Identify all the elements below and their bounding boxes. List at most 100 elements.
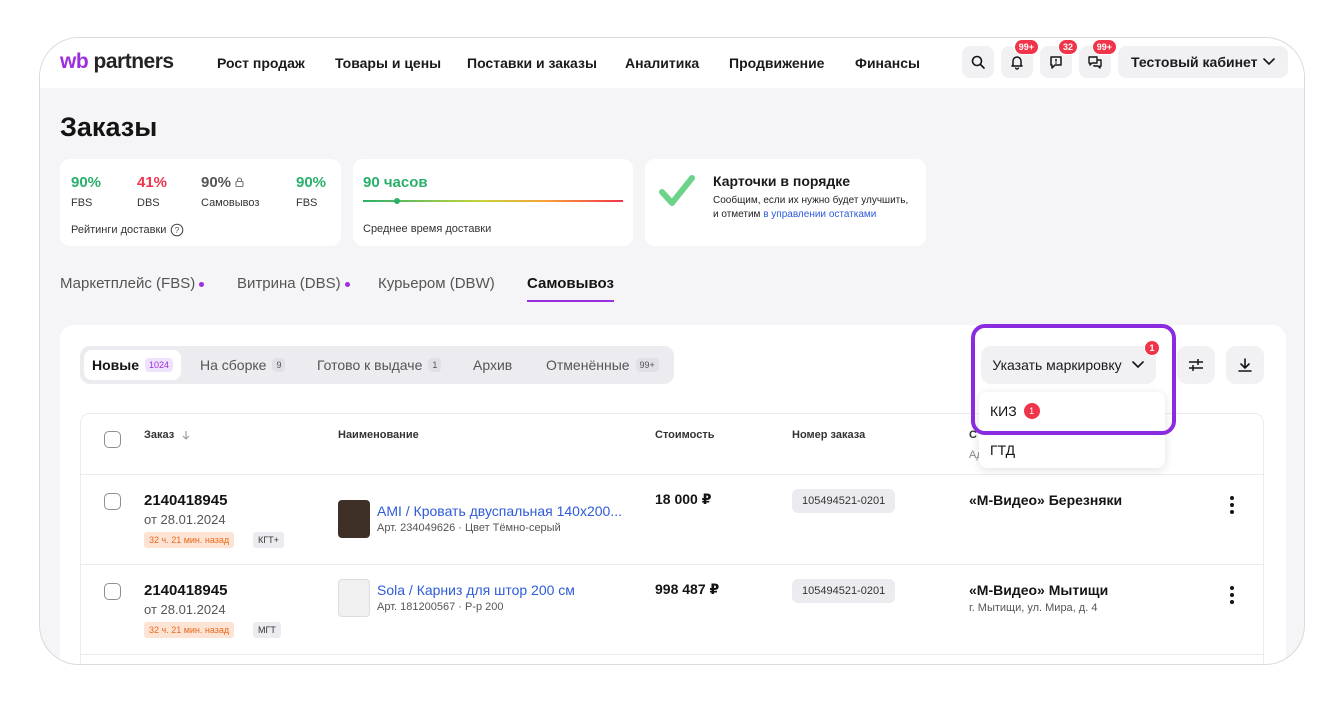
delivery-time-card: 90 часов Среднее время доставки — [353, 159, 633, 246]
nav-finance[interactable]: Финансы — [855, 55, 920, 71]
order-price: 18 000 ₽ — [655, 491, 712, 507]
header-name[interactable]: Наименование — [338, 429, 419, 441]
rating-pickup-label: Самовывоз — [201, 197, 260, 209]
bell-icon — [1011, 56, 1023, 70]
option-kiz[interactable]: КИЗ 1 — [990, 403, 1040, 419]
rating-dbs-label: DBS — [137, 197, 160, 209]
search-button[interactable] — [962, 46, 994, 78]
row-divider — [81, 654, 1263, 655]
sliders-icon — [1189, 359, 1203, 371]
rating-dbs-value: 41% — [137, 174, 168, 191]
chat-badge: 99+ — [1091, 39, 1117, 55]
nav-goods-prices[interactable]: Товары и цены — [335, 55, 441, 71]
cabinet-name: Тестовый кабинет — [1131, 54, 1258, 70]
orders-panel: Новые 1024 На сборке 9 Готово к выдаче 1 Ар… — [60, 324, 1286, 664]
header-price[interactable]: Стоимость — [655, 429, 715, 441]
row-divider — [81, 474, 1263, 475]
segment-archive[interactable]: Архив — [465, 350, 520, 380]
select-all-checkbox[interactable] — [104, 431, 121, 448]
segment-assembling[interactable]: На сборке 9 — [192, 350, 293, 380]
nav-analytics[interactable]: Аналитика — [625, 55, 699, 71]
messages-button[interactable]: 32 — [1040, 39, 1078, 78]
row-menu-icon[interactable] — [1230, 586, 1234, 604]
cabinet-selector[interactable]: Тестовый кабинет — [1118, 46, 1288, 78]
segment-ready[interactable]: Готово к выдаче 1 — [309, 350, 449, 380]
delivery-time-value: 90 часов — [363, 174, 428, 191]
segment-cancelled[interactable]: Отменённые 99+ — [538, 350, 667, 380]
product-thumbnail[interactable] — [338, 579, 370, 617]
row-divider — [81, 564, 1263, 565]
specify-marking-button[interactable]: Указать маркировку 1 — [981, 340, 1160, 384]
app-window: wb partners Рост продаж Товары и цены По… — [39, 37, 1305, 665]
logo[interactable]: wb partners — [60, 50, 174, 74]
checkmark-icon — [659, 175, 695, 206]
top-bar: wb partners Рост продаж Товары и цены По… — [40, 38, 1304, 88]
tab-marketplace-fbs[interactable]: Маркетплейс (FBS) — [60, 275, 205, 292]
tab-pickup[interactable]: Самовывоз — [527, 275, 614, 292]
chevron-down-icon — [1131, 361, 1144, 369]
nav-supplies-orders[interactable]: Поставки и заказы — [467, 55, 597, 71]
help-icon[interactable]: ? — [170, 223, 184, 237]
stock-management-link-2[interactable]: остатками — [829, 209, 877, 220]
nav-promotion[interactable]: Продвижение — [729, 55, 824, 71]
product-name[interactable]: Sola / Карниз для штор 200 см — [377, 582, 575, 598]
order-number[interactable]: 105494521-0201 — [792, 489, 896, 513]
lock-icon — [235, 177, 244, 188]
nav-sales-growth[interactable]: Рост продаж — [217, 55, 305, 71]
delivery-time-caption: Среднее время доставки — [363, 223, 492, 235]
feedback-icon — [1050, 56, 1062, 69]
chat-button[interactable]: 99+ — [1079, 39, 1117, 78]
marking-dropdown: КИЗ 1 ГТД — [979, 392, 1165, 468]
order-date: от 28.01.2024 — [144, 512, 226, 527]
delivery-time-marker — [394, 198, 400, 204]
download-icon — [1238, 358, 1252, 372]
delivery-time-scale — [363, 200, 623, 202]
rating-fbs2-value: 90% — [296, 174, 327, 191]
order-id[interactable]: 2140418945 — [144, 492, 227, 509]
messages-badge: 32 — [1057, 39, 1078, 55]
cards-status-title: Карточки в порядке — [713, 173, 851, 189]
store-name: «М-Видео» Мытищи — [969, 582, 1109, 598]
order-id[interactable]: 2140418945 — [144, 582, 227, 599]
notifications-badge: 99+ — [1013, 39, 1039, 55]
row-menu-icon[interactable] — [1230, 496, 1234, 514]
tab-dot — [199, 281, 205, 287]
product-details: Арт. 234049626 · Цвет Тёмно-серый — [377, 522, 561, 534]
tab-courier-dbw[interactable]: Курьером (DBW) — [378, 275, 495, 292]
search-icon — [971, 55, 985, 69]
timer-tag: 32 ч. 21 мин. назад — [144, 532, 235, 548]
stock-management-link[interactable]: в управлении — [763, 209, 826, 220]
filters-button[interactable] — [1177, 346, 1215, 384]
product-thumbnail[interactable] — [338, 500, 370, 538]
store-address: г. Мытищи, ул. Мира, д. 4 — [969, 602, 1098, 614]
notifications-button[interactable]: 99+ — [1001, 39, 1039, 78]
ratings-caption: Рейтинги доставки ? — [71, 223, 184, 237]
cards-status-card: Карточки в порядке Сообщим, если их нужн… — [645, 159, 926, 246]
product-name[interactable]: AMI / Кровать двуспальная 140х200... — [377, 503, 622, 519]
row-checkbox[interactable] — [104, 583, 121, 600]
header-store[interactable]: С — [969, 429, 977, 441]
header-order[interactable]: Заказ — [144, 429, 191, 441]
option-gtd[interactable]: ГТД — [990, 442, 1015, 458]
status-segments: Новые 1024 На сборке 9 Готово к выдаче 1 Ар… — [80, 346, 674, 384]
chevron-down-icon — [1263, 58, 1275, 66]
header-order-number[interactable]: Номер заказа — [792, 429, 865, 441]
size-tag: КГТ+ — [253, 532, 284, 548]
order-date: от 28.01.2024 — [144, 602, 226, 617]
rating-fbs2-label: FBS — [296, 197, 318, 209]
tab-showcase-dbs[interactable]: Витрина (DBS) — [237, 275, 350, 292]
timer-tag: 32 ч. 21 мин. назад — [144, 622, 235, 638]
page-title: Заказы — [60, 112, 158, 142]
sort-down-icon — [182, 431, 190, 440]
size-tag: МГТ — [253, 622, 281, 638]
order-price: 998 487 ₽ — [655, 581, 720, 597]
segment-new[interactable]: Новые 1024 — [84, 350, 182, 380]
store-name: «М-Видео» Березняки — [969, 492, 1123, 508]
download-button[interactable] — [1226, 346, 1264, 384]
svg-text:?: ? — [175, 226, 180, 235]
product-details: Арт. 181200567 · Р-р 200 — [377, 601, 504, 613]
rating-pickup-value: 90% — [201, 174, 244, 191]
order-number[interactable]: 105494521-0201 — [792, 579, 896, 603]
row-checkbox[interactable] — [104, 493, 121, 510]
cards-status-text: Сообщим, если их нужно будет улучшить, и… — [713, 195, 909, 220]
